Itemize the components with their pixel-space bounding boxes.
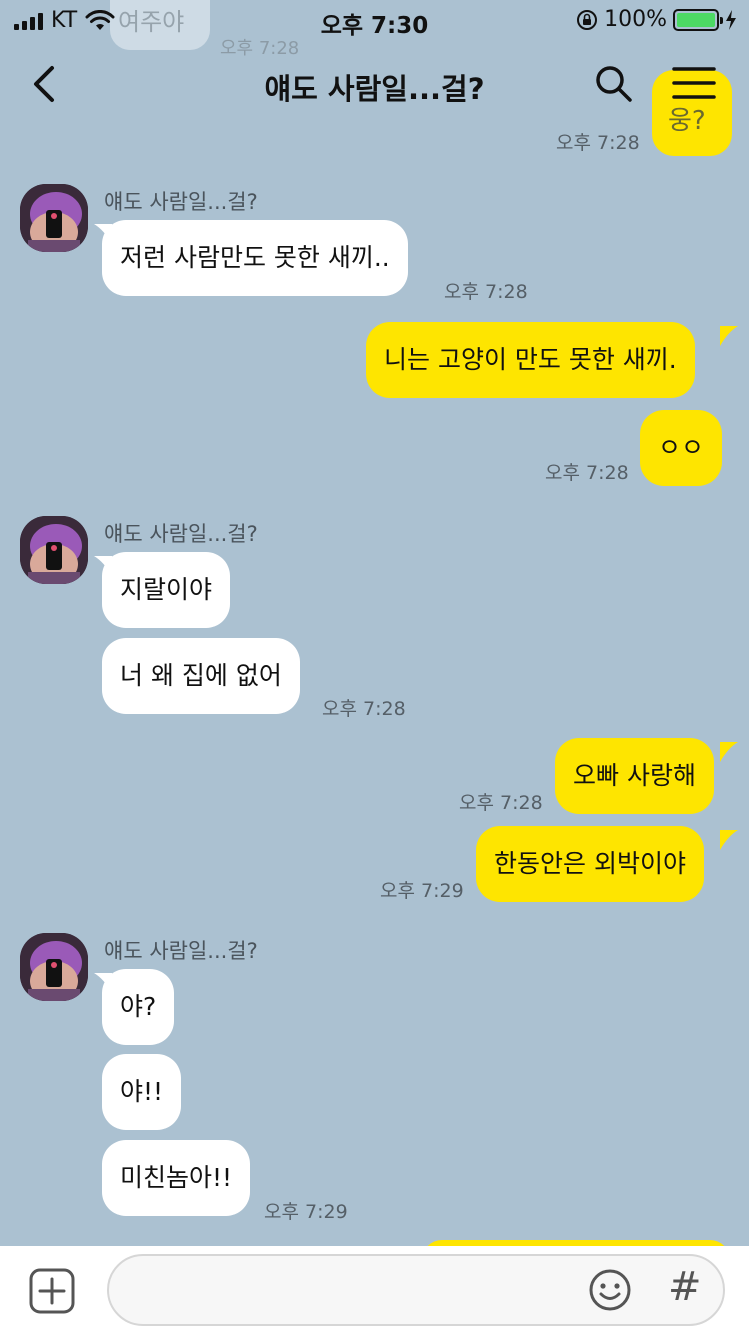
hashtag-search-button[interactable]: # — [668, 1264, 702, 1310]
hamburger-menu-icon[interactable] — [672, 66, 716, 100]
chat-header: 얘도 사람일...걸? — [0, 40, 749, 130]
message-bubble[interactable]: 지랄이야 — [102, 552, 231, 628]
my-message-bubble[interactable]: 니는 고양이 만도 못한 새끼. — [366, 322, 695, 398]
avatar[interactable] — [20, 184, 88, 252]
message-time: 오후 7:28 — [545, 462, 629, 484]
battery-level — [677, 12, 715, 27]
chat-screen: 여주야 오후 7:28 웅? KT 오후 7:30 100% 얘도 사람일...… — [0, 0, 749, 1334]
bubble-tail — [720, 326, 738, 346]
back-chevron-icon[interactable] — [26, 64, 62, 104]
message-bubble[interactable]: 저런 사람만도 못한 새끼.. — [102, 220, 408, 296]
search-icon[interactable] — [594, 64, 634, 104]
emoji-icon[interactable] — [588, 1268, 632, 1312]
my-message-bubble[interactable]: 오빠 사랑해 — [555, 738, 714, 814]
sender-name: 얘도 사람일...걸? — [104, 190, 258, 214]
message-input[interactable] — [107, 1254, 725, 1326]
charging-bolt-icon — [726, 9, 736, 30]
profile-photo — [20, 516, 88, 584]
message-time: 오후 7:29 — [380, 880, 464, 902]
message-bubble[interactable]: 야!! — [102, 1054, 182, 1130]
message-time: 오후 7:28 — [556, 132, 640, 154]
my-message-bubble[interactable]: 한동안은 외박이야 — [476, 826, 704, 902]
rotation-lock-icon — [577, 9, 598, 30]
message-time: 오후 7:28 — [459, 792, 543, 814]
plus-icon[interactable] — [29, 1268, 75, 1314]
sender-name: 얘도 사람일...걸? — [104, 522, 258, 546]
message-bubble[interactable]: 너 왜 집에 없어 — [102, 638, 300, 714]
profile-photo — [20, 933, 88, 1001]
message-bubble[interactable]: 야? — [102, 969, 175, 1045]
message-bubble[interactable]: 미친놈아!! — [102, 1140, 251, 1216]
avatar[interactable] — [20, 933, 88, 1001]
chat-title: 얘도 사람일...걸? — [264, 72, 485, 106]
profile-photo — [20, 184, 88, 252]
message-time: 오후 7:28 — [322, 698, 406, 720]
status-bar: KT 오후 7:30 100% — [0, 0, 749, 40]
my-message-bubble[interactable]: ㅇㅇ — [640, 410, 723, 486]
message-time: 오후 7:29 — [264, 1201, 348, 1223]
bubble-tail — [720, 742, 738, 762]
avatar[interactable] — [20, 516, 88, 584]
bubble-tail — [720, 830, 738, 850]
message-composer: # — [0, 1246, 749, 1334]
status-right: 100% — [576, 7, 737, 32]
message-time: 오후 7:28 — [444, 281, 528, 303]
battery-percent: 100% — [604, 7, 667, 32]
battery-icon — [673, 8, 723, 31]
sender-name: 얘도 사람일...걸? — [104, 939, 258, 963]
